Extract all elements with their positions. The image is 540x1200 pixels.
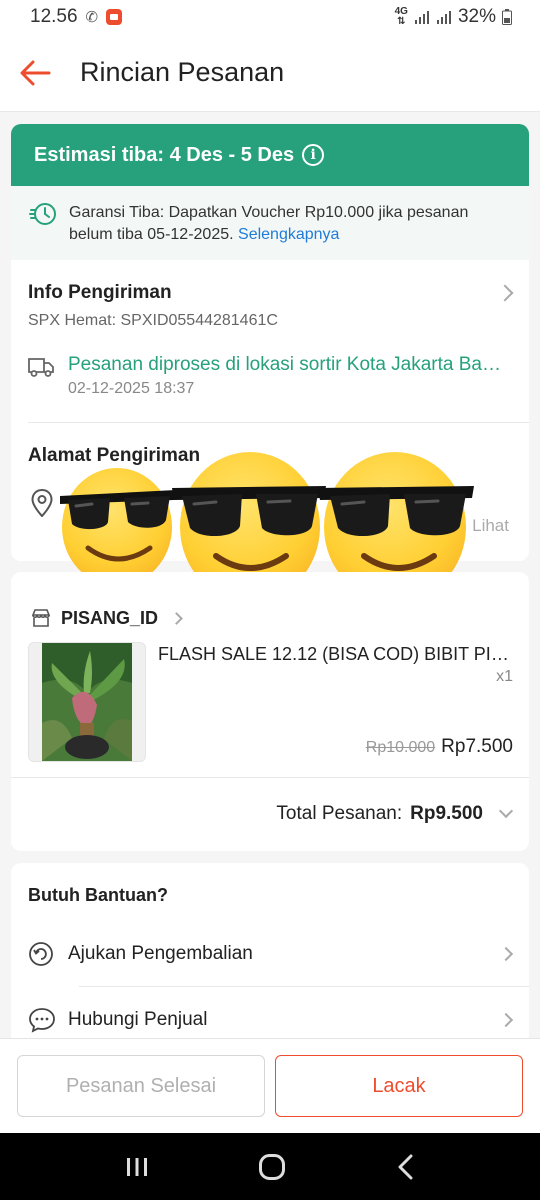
chat-icon (29, 1008, 55, 1033)
truck-icon (28, 358, 54, 377)
arrow-left-icon (20, 60, 51, 85)
shipping-info-section[interactable]: Info Pengiriman SPX Hemat: SPXID05544281… (11, 260, 529, 422)
shop-app-icon (106, 9, 123, 25)
order-total-label: Total Pesanan: (276, 803, 403, 824)
estimate-text: Estimasi tiba: 4 Des - 5 Des (34, 143, 295, 166)
product-quantity: x1 (496, 668, 513, 685)
track-button[interactable]: Lacak (275, 1055, 523, 1117)
help-item-label: Ajukan Pengembalian (68, 943, 253, 964)
sunglasses-emoji-sticker (58, 468, 178, 588)
order-total-row[interactable]: Total Pesanan: Rp9.500 (11, 778, 529, 850)
signal-icon (414, 11, 429, 24)
signal-icon-2 (436, 11, 451, 24)
tracking-status: Pesanan diproses di lokasi sortir Kota J… (68, 354, 504, 375)
help-title: Butuh Bantuan? (28, 885, 168, 905)
sunglasses-icon (60, 490, 176, 562)
product-item[interactable]: FLASH SALE 12.12 (BISA COD) BIBIT PISANG… (11, 640, 529, 777)
estimate-banner[interactable]: Estimasi tiba: 4 Des - 5 Des i (11, 124, 529, 186)
system-nav-bar (0, 1133, 540, 1200)
order-total-value: Rp9.500 (410, 803, 483, 824)
shop-row[interactable]: PISANG_ID (11, 572, 529, 640)
order-completed-button[interactable]: Pesanan Selesai (17, 1055, 265, 1117)
contact-seller-item[interactable]: Hubungi Penjual (11, 987, 529, 1038)
product-name: FLASH SALE 12.12 (BISA COD) BIBIT PISANG (158, 644, 513, 664)
chevron-right-icon (498, 1012, 514, 1028)
chevron-right-icon (498, 946, 514, 962)
return-request-item[interactable]: Ajukan Pengembalian (11, 922, 529, 986)
help-card: Butuh Bantuan? Ajukan Pengembalian Hubun… (11, 863, 529, 1038)
help-item-label: Hubungi Penjual (68, 1009, 208, 1030)
original-price: Rp10.000 (365, 739, 436, 756)
product-image (28, 642, 146, 762)
store-icon (31, 609, 51, 627)
fast-delivery-clock-icon (29, 203, 56, 225)
bottom-action-bar: Pesanan Selesai Lacak (0, 1038, 540, 1133)
call-icon: ✆ (85, 9, 99, 26)
info-icon[interactable]: i (302, 144, 325, 166)
tracking-timestamp: 02-12-2025 18:37 (68, 380, 195, 397)
shop-name: PISANG_ID (61, 607, 159, 628)
see-more-link[interactable]: Selengkapnya (238, 226, 339, 243)
product-price: Rp7.500 (441, 736, 513, 757)
page-title: Rincian Pesanan (80, 57, 285, 87)
chevron-down-icon (498, 803, 514, 819)
guarantee-text: Garansi Tiba: Dapatkan Voucher Rp10.000 … (69, 204, 469, 243)
back-nav-icon[interactable] (395, 1154, 415, 1180)
chevron-right-icon (496, 284, 514, 302)
back-button[interactable] (0, 34, 70, 112)
shipping-info-title: Info Pengiriman (28, 282, 172, 303)
courier-tracking-number: SPX Hemat: SPXID05544281461C (28, 312, 278, 329)
recent-apps-icon[interactable] (125, 1156, 149, 1178)
banana-seedling-image (42, 643, 132, 761)
status-bar: 12.56 ✆ 4G ⇅ 32% (0, 0, 540, 34)
guarantee-banner: Garansi Tiba: Dapatkan Voucher Rp10.000 … (11, 186, 529, 260)
location-pin-icon (31, 489, 53, 517)
order-card: PISANG_ID FLASH SALE 12.12 (BISA COD) BI… (11, 572, 529, 851)
battery-icon (502, 9, 512, 25)
chevron-right-icon (170, 611, 183, 625)
see-address-link[interactable]: Lihat (472, 516, 509, 536)
network-type: 4G ⇅ (394, 6, 408, 27)
app-header: Rincian Pesanan (0, 34, 540, 112)
return-icon (29, 942, 53, 966)
status-time: 12.56 (30, 6, 78, 27)
battery-level: 32% (457, 6, 496, 27)
home-icon[interactable] (258, 1153, 286, 1181)
